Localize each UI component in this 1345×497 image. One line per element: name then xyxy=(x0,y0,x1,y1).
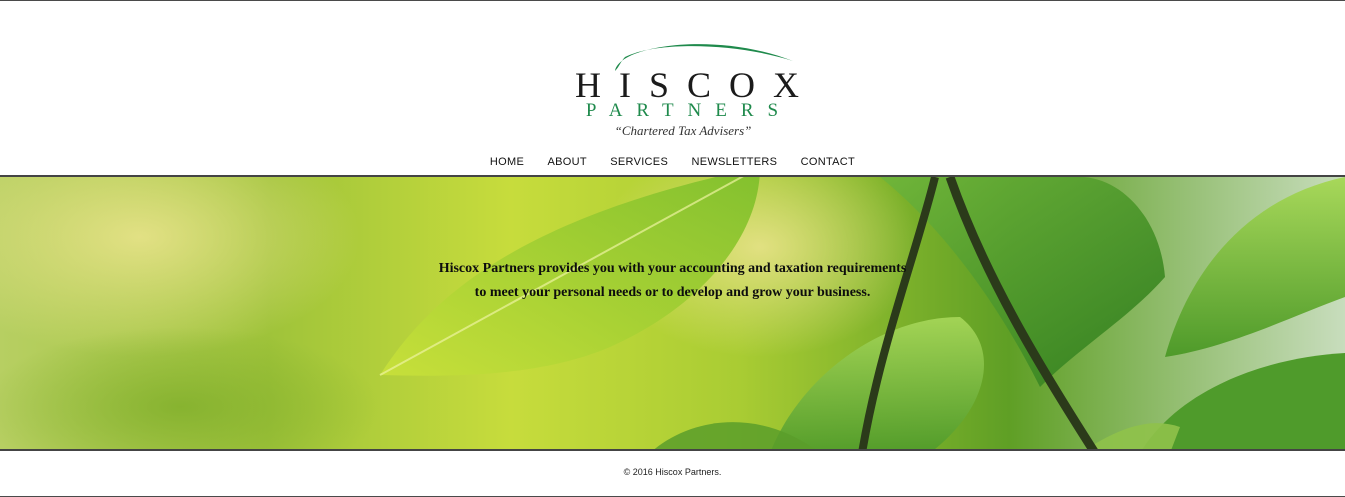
hero-tagline: Hiscox Partners provides you with your a… xyxy=(0,257,1345,305)
logo-tagline: “Chartered Tax Advisers” xyxy=(614,123,752,138)
hero-line-2: to meet your personal needs or to develo… xyxy=(474,285,871,300)
main-nav: HOME ABOUT SERVICES NEWSLETTERS CONTACT xyxy=(0,154,1345,170)
nav-home[interactable]: HOME xyxy=(490,154,524,170)
hero-line-1: Hiscox Partners provides you with your a… xyxy=(438,261,907,276)
site-header: HISCOX PARTNERS “Chartered Tax Advisers”… xyxy=(0,1,1345,175)
nav-contact[interactable]: CONTACT xyxy=(801,154,855,170)
leaves-background-image xyxy=(0,177,1345,449)
nav-newsletters[interactable]: NEWSLETTERS xyxy=(691,154,777,170)
hero-banner: Hiscox Partners provides you with your a… xyxy=(0,175,1345,451)
footer-copyright: © 2016 Hiscox Partners. xyxy=(623,467,722,477)
site-logo[interactable]: HISCOX PARTNERS “Chartered Tax Advisers” xyxy=(567,35,799,141)
page: HISCOX PARTNERS “Chartered Tax Advisers”… xyxy=(0,0,1345,497)
logo-name: HISCOX xyxy=(575,65,818,105)
logo-subname: PARTNERS xyxy=(585,100,793,121)
nav-about[interactable]: ABOUT xyxy=(547,154,586,170)
nav-services[interactable]: SERVICES xyxy=(610,154,668,170)
